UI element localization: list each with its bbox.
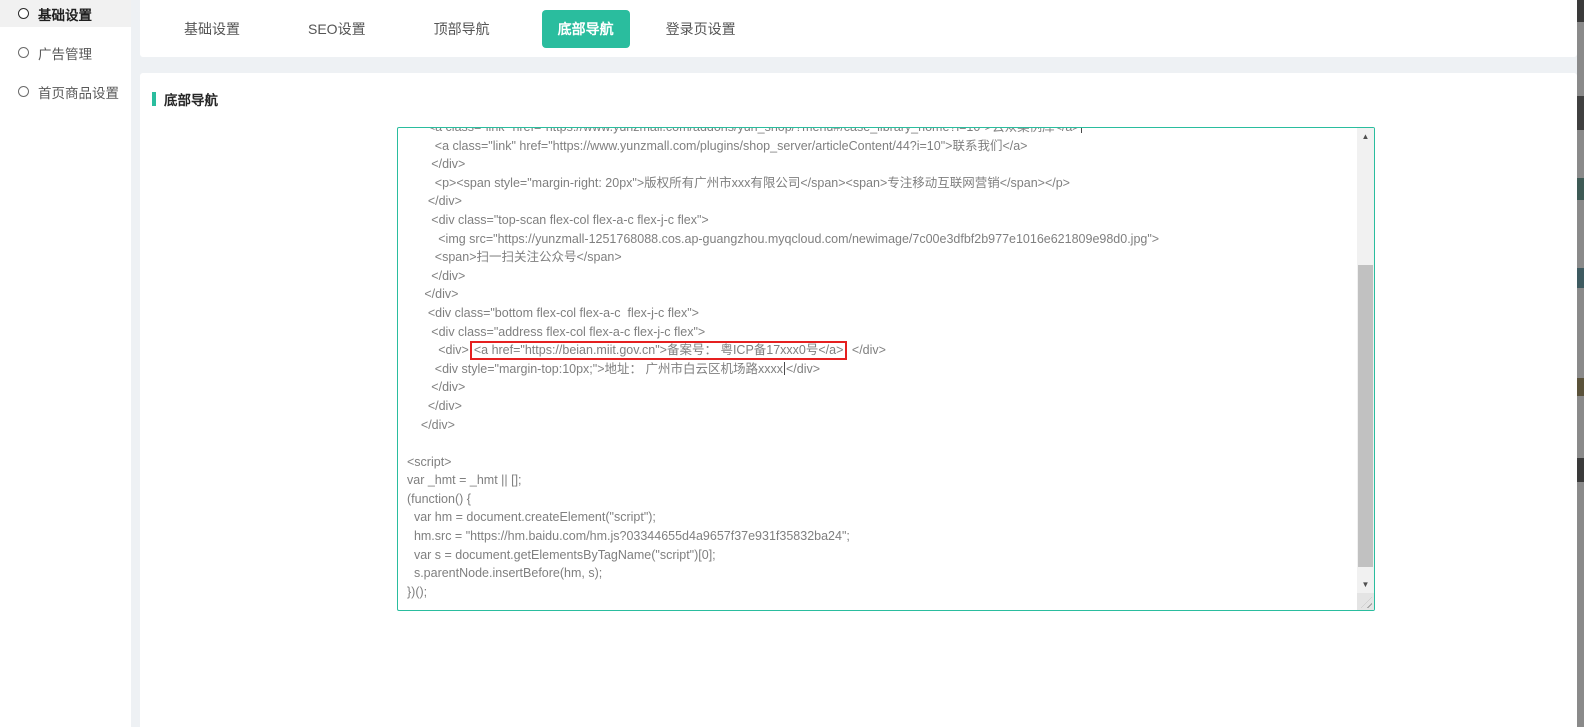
scrollbar-thumb[interactable] (1358, 265, 1373, 567)
code-line: </div> (407, 192, 1357, 211)
code-text: </div> (786, 362, 820, 376)
footer-nav-code-editor[interactable]: <a class="link" href="https://www.yunzma… (397, 127, 1375, 611)
code-line: </div> (407, 267, 1357, 286)
section-title: 底部导航 (164, 89, 218, 109)
tab-2[interactable]: 顶部导航 (418, 10, 506, 48)
code-text: <span>扫一扫关注公众号</span> (407, 250, 622, 264)
code-text: </div> (407, 399, 462, 413)
code-text: </div> (407, 418, 455, 432)
code-text: </div> (407, 287, 458, 301)
sidebar-item-label: 首页商品设置 (38, 82, 119, 102)
scroll-up-icon[interactable]: ▲ (1357, 128, 1374, 145)
code-line: var _hmt = _hmt || []; (407, 471, 1357, 490)
tab-4[interactable]: 登录页设置 (650, 10, 752, 48)
section-header: 底部导航 (140, 73, 1577, 109)
code-block: <a class="link" href="https://www.yunzma… (407, 128, 1357, 601)
code-line: <div class="address flex-col flex-a-c fl… (407, 323, 1357, 342)
scroll-down-icon[interactable]: ▼ (1357, 576, 1374, 593)
editor-scrollbar[interactable]: ▲ ▼ (1357, 128, 1374, 610)
code-line: <img src="https://yunzmall-1251768088.co… (407, 230, 1357, 249)
code-text: s.parentNode.insertBefore(hm, s); (407, 566, 602, 580)
text-caret (1081, 128, 1082, 133)
sidebar-item-label: 基础设置 (38, 4, 92, 24)
code-text: var _hmt = _hmt || []; (407, 473, 522, 487)
radio-circle-icon (18, 86, 29, 97)
code-text: <div class="bottom flex-col flex-a-c fle… (407, 306, 699, 320)
code-text: (function() { (407, 492, 471, 506)
settings-tab-bar: 基础设置 SEO设置顶部导航底部导航登录页设置 (140, 0, 1577, 57)
code-area[interactable]: <a class="link" href="https://www.yunzma… (398, 128, 1357, 610)
code-line: </div> (407, 416, 1357, 435)
code-text: <script> (407, 455, 451, 469)
screen-edge-strip (1577, 0, 1584, 727)
sidebar-item-label: 广告管理 (38, 43, 92, 63)
sidebar-item-0[interactable]: 基础设置 (0, 0, 131, 27)
code-line: </div> (407, 378, 1357, 397)
code-line: </div> (407, 155, 1357, 174)
tab-0[interactable]: 基础设置 (168, 10, 256, 48)
code-text: <p><span style="margin-right: 20px">版权所有… (407, 176, 1070, 190)
tab-3[interactable]: 底部导航 (542, 10, 630, 48)
sidebar-item-2[interactable]: 首页商品设置 (0, 78, 131, 105)
code-text: <a class="link" href="https://www.yunzma… (407, 139, 1027, 153)
code-text: <a class="link" href="https://www.yunzma… (407, 128, 1080, 134)
code-line: hm.src = "https://hm.baidu.com/hm.js?033… (407, 527, 1357, 546)
code-text: <div> (407, 343, 469, 357)
code-text: </div> (848, 343, 886, 357)
code-line: <div class="top-scan flex-col flex-a-c f… (407, 211, 1357, 230)
code-text: var hm = document.createElement("script"… (407, 510, 656, 524)
code-line: s.parentNode.insertBefore(hm, s); (407, 564, 1357, 583)
code-line: <p><span style="margin-right: 20px">版权所有… (407, 174, 1357, 193)
red-annotation-box: <a href="https://beian.miit.gov.cn">备案号：… (470, 341, 848, 360)
code-line: </div> (407, 397, 1357, 416)
code-line (407, 434, 1357, 453)
resize-grip-icon[interactable] (1357, 593, 1374, 610)
code-text: </div> (407, 157, 465, 171)
code-text: <div class="address flex-col flex-a-c fl… (407, 325, 705, 339)
text-caret (784, 362, 785, 375)
radio-circle-icon (18, 47, 29, 58)
code-line: <a class="link" href="https://www.yunzma… (407, 137, 1357, 156)
sidebar-item-1[interactable]: 广告管理 (0, 39, 131, 66)
code-line: })(); (407, 583, 1357, 602)
code-line: <div style="margin-top:10px;">地址： 广州市白云区… (407, 360, 1357, 379)
code-text: <img src="https://yunzmall-1251768088.co… (407, 232, 1159, 246)
code-text: <div style="margin-top:10px;">地址： 广州市白云区… (407, 362, 783, 376)
scrollbar-track[interactable] (1357, 145, 1374, 576)
code-line: <script> (407, 453, 1357, 472)
code-line: <a class="link" href="https://www.yunzma… (407, 128, 1357, 137)
radio-circle-icon (18, 8, 29, 19)
code-text: })(); (407, 585, 427, 599)
code-text: var s = document.getElementsByTagName("s… (407, 548, 716, 562)
code-line: <span>扫一扫关注公众号</span> (407, 248, 1357, 267)
code-line: <div><a href="https://beian.miit.gov.cn"… (407, 341, 1357, 360)
code-text: </div> (407, 194, 462, 208)
code-text: hm.src = "https://hm.baidu.com/hm.js?033… (407, 529, 850, 543)
main-content-card: 底部导航 <a class="link" href="https://www.y… (140, 73, 1577, 727)
code-text: <div class="top-scan flex-col flex-a-c f… (407, 213, 709, 227)
sidebar-nav: 基础设置广告管理首页商品设置 (0, 0, 131, 727)
code-line: (function() { (407, 490, 1357, 509)
code-line: var hm = document.createElement("script"… (407, 508, 1357, 527)
code-line: <div class="bottom flex-col flex-a-c fle… (407, 304, 1357, 323)
section-accent-bar (152, 92, 156, 106)
code-line: </div> (407, 285, 1357, 304)
code-text: </div> (407, 269, 465, 283)
tab-1[interactable]: SEO设置 (292, 10, 382, 48)
code-text: </div> (407, 380, 465, 394)
code-line: var s = document.getElementsByTagName("s… (407, 546, 1357, 565)
